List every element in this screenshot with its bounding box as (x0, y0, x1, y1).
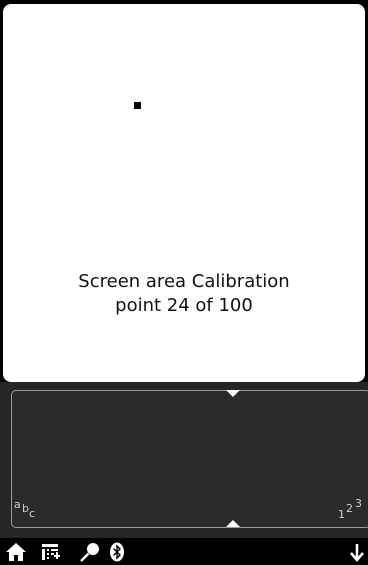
mode-letter-a: a (14, 498, 21, 511)
mode-digit-3: 3 (355, 497, 362, 510)
handwriting-input-panel: a b c 1 2 3 (0, 382, 368, 538)
panel-top-notch (226, 390, 240, 397)
mode-letter-b: b (22, 502, 29, 515)
calibration-target-dot[interactable] (134, 102, 141, 109)
home-icon[interactable] (4, 541, 28, 563)
panel-bottom-notch (226, 520, 240, 527)
numbers-mode-button[interactable]: 1 2 3 (336, 496, 368, 521)
mode-letter-c: c (29, 507, 36, 520)
arrow-down-icon[interactable] (346, 541, 368, 563)
menu-icon[interactable] (40, 541, 64, 563)
calibration-progress: point 24 of 100 (115, 295, 253, 316)
letters-mode-button[interactable]: a b c (14, 496, 44, 520)
writing-pad[interactable] (11, 390, 368, 528)
bottom-toolbar (0, 538, 368, 565)
mode-digit-1: 1 (338, 508, 345, 521)
search-icon[interactable] (78, 541, 102, 563)
bluetooth-icon[interactable] (107, 541, 127, 563)
calibration-screen[interactable]: Screen area Calibration point 24 of 100 (3, 4, 365, 382)
calibration-title: Screen area Calibration (78, 271, 290, 292)
calibration-message: Screen area Calibration point 24 of 100 (3, 270, 365, 318)
mode-digit-2: 2 (346, 502, 353, 515)
